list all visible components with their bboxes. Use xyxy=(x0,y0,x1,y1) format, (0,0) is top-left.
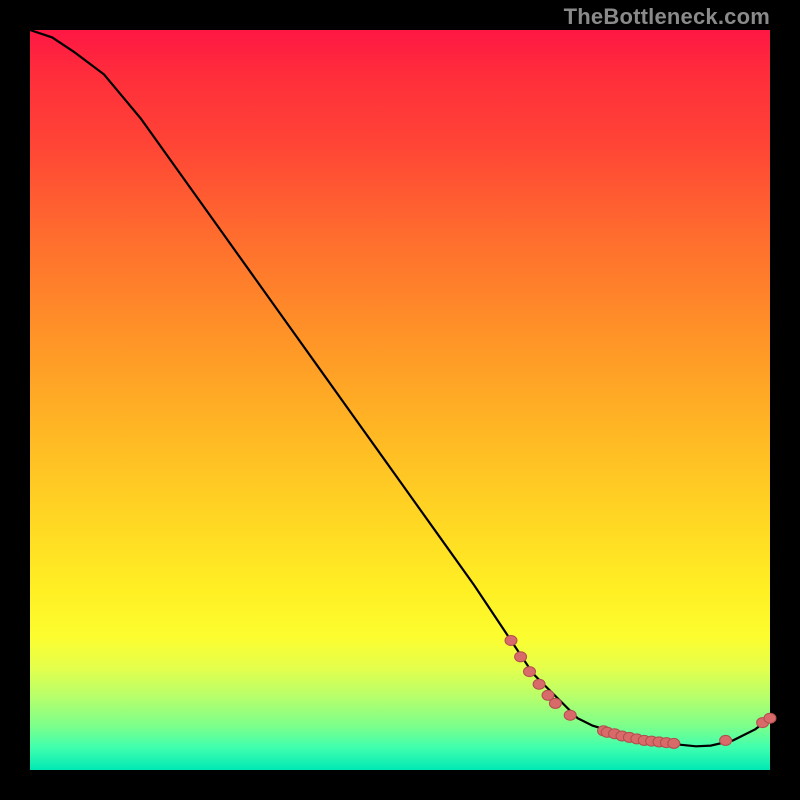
data-marker xyxy=(533,679,545,689)
chart-stage: TheBottleneck.com xyxy=(0,0,800,800)
data-marker xyxy=(668,738,680,748)
chart-overlay xyxy=(30,30,770,770)
data-marker xyxy=(564,710,576,720)
watermark-text: TheBottleneck.com xyxy=(564,4,770,30)
marker-group xyxy=(505,636,776,749)
data-marker xyxy=(764,713,776,723)
data-marker xyxy=(505,636,517,646)
data-marker xyxy=(549,698,561,708)
data-marker xyxy=(720,735,732,745)
data-marker xyxy=(524,667,536,677)
series-line xyxy=(30,30,770,746)
data-marker xyxy=(515,652,527,662)
